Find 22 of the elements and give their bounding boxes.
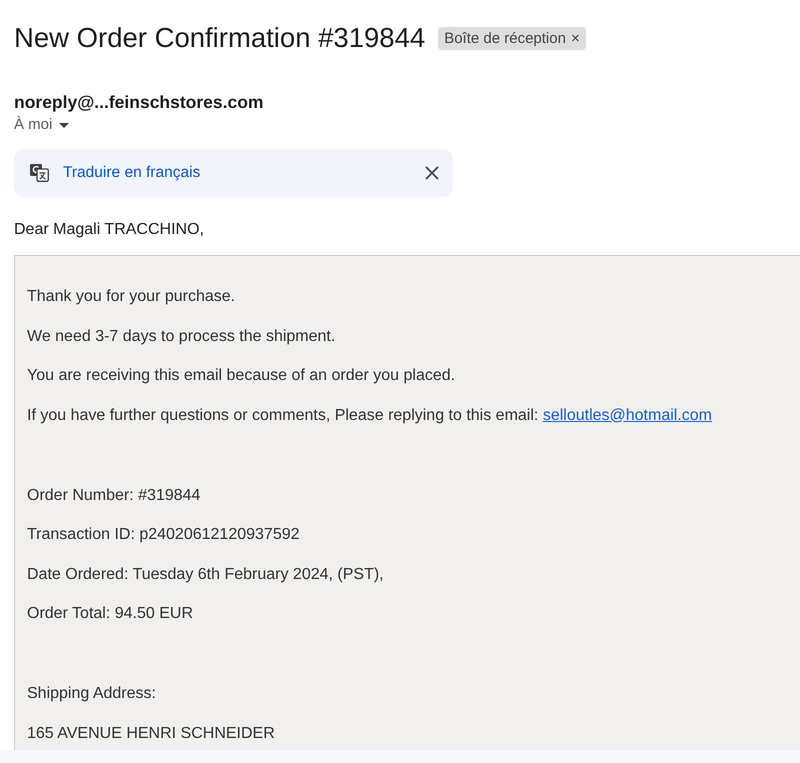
message-paragraph: We need 3-7 days to process the shipment. (27, 326, 336, 346)
message-paragraph: Order Number: #319844 (27, 486, 200, 506)
close-icon (425, 166, 439, 180)
message-paragraph: Order Total: 94.50 EUR (27, 604, 194, 624)
message-paragraph: Transaction ID: p24020612120937592 (27, 525, 300, 545)
email-subject: New Order Confirmation #319844 (14, 22, 426, 54)
greeting-text: Dear Magali TRACCHINO, (14, 220, 204, 240)
caret-icon (59, 122, 70, 128)
sender-address: noreply@...feinschstores.com (14, 91, 264, 113)
remove-label-button[interactable]: × (566, 26, 580, 50)
message-paragraph: Thank you for your purchase. (27, 287, 236, 307)
message-paragraph: If you have further questions or comments, Please replying to this email: selloutles@hotmail.com (27, 406, 712, 426)
email-link[interactable]: selloutles@hotmail.com (542, 406, 712, 424)
translate-link[interactable]: Traduire en français (63, 164, 200, 182)
recipient-dropdown[interactable]: À moi (14, 116, 70, 134)
message-paragraph: 165 AVENUE HENRI SCHNEIDER (27, 724, 275, 744)
message-paragraph: Date Ordered: Tuesday 6th February 2024, (PST), (27, 564, 384, 584)
translate-icon (30, 164, 49, 182)
close-button[interactable] (425, 166, 439, 180)
message-paragraph: You are receiving this email because of an order you placed. (27, 366, 456, 386)
label-text: Boîte de réception (444, 28, 566, 48)
message-paragraph: Shipping Address: (27, 684, 156, 704)
